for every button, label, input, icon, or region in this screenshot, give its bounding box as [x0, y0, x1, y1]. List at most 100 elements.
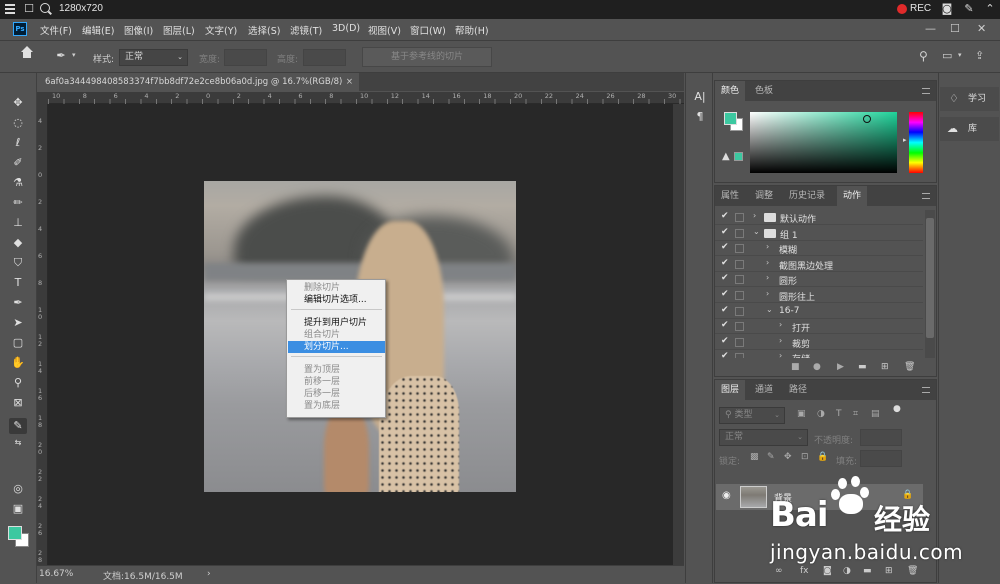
path-select-tool-icon[interactable]: ➤: [9, 315, 27, 331]
action-row[interactable]: ✔ › 圆形往上: [715, 288, 923, 303]
dialog-toggle-box[interactable]: [735, 322, 744, 332]
tab-channels[interactable]: 通道: [749, 380, 779, 400]
menu-view[interactable]: 视图(V): [368, 23, 401, 37]
search-icon[interactable]: ⚲: [919, 49, 928, 63]
chevron-down-icon[interactable]: ▾: [958, 51, 962, 59]
check-icon[interactable]: ✔: [721, 211, 729, 221]
action-row[interactable]: ✔ › 裁剪: [715, 335, 923, 350]
collapse-icon[interactable]: ⌃: [983, 2, 997, 16]
action-row[interactable]: ✔ › 打开: [715, 319, 923, 335]
layer-mask-icon[interactable]: ◙: [823, 566, 832, 576]
play-icon[interactable]: ▶: [837, 362, 844, 372]
action-row[interactable]: ✔ ⌄ 16-7: [715, 304, 923, 319]
eyedropper-tool-icon[interactable]: ⚗: [9, 175, 27, 191]
check-icon[interactable]: ✔: [721, 258, 729, 268]
context-menu-item[interactable]: 置为顶层: [288, 364, 385, 376]
camera-icon[interactable]: ◙: [940, 2, 954, 16]
type-tool-icon[interactable]: T: [9, 275, 27, 291]
dialog-toggle-box[interactable]: [735, 228, 744, 238]
context-menu-item[interactable]: 删除切片: [288, 282, 385, 294]
marquee-tool-icon[interactable]: ◌: [9, 115, 27, 131]
menu-icon[interactable]: [5, 4, 15, 14]
color-picker-marker[interactable]: [863, 115, 871, 123]
actions-scroll-thumb[interactable]: [926, 218, 934, 338]
shape-tool-icon[interactable]: ▢: [9, 335, 27, 351]
foreground-color-swatch[interactable]: [8, 526, 22, 540]
lock-artboard-icon[interactable]: ⊡: [801, 452, 809, 462]
lock-all-icon[interactable]: 🔒: [817, 452, 828, 462]
new-action-icon[interactable]: ⊞: [881, 362, 889, 372]
dialog-toggle-box[interactable]: [735, 337, 744, 347]
check-icon[interactable]: ✔: [721, 273, 729, 283]
workspace-icon[interactable]: ▭: [942, 49, 952, 62]
filter-pixel-icon[interactable]: ▣: [797, 409, 806, 419]
action-row[interactable]: ✔ ⌄ 组 1: [715, 226, 923, 241]
hand-tool-icon[interactable]: ✋: [9, 355, 27, 371]
check-icon[interactable]: ✔: [721, 289, 729, 299]
horizontal-ruler[interactable]: 1086420246810121416182022242628303234363…: [48, 92, 830, 104]
actions-scrollbar[interactable]: [925, 210, 935, 358]
dialog-toggle-box[interactable]: [735, 291, 744, 300]
chevron-right-icon[interactable]: ›: [766, 258, 769, 267]
character-panel-icon[interactable]: A|: [691, 89, 709, 105]
style-select[interactable]: 正常 ⌄: [119, 49, 188, 66]
slice-tool-preset-icon[interactable]: ✒: [52, 48, 70, 64]
context-menu-item[interactable]: 划分切片...: [288, 341, 385, 353]
slices-from-guides-button[interactable]: 基于参考线的切片: [362, 47, 492, 67]
context-menu-item[interactable]: 组合切片: [288, 329, 385, 341]
new-group-icon[interactable]: ▬: [863, 566, 872, 576]
chevron-right-icon[interactable]: ›: [766, 273, 769, 282]
document-tab[interactable]: 6af0a344498408583374f7bb8df72e2ce8b06a0d…: [37, 73, 359, 91]
fill-input[interactable]: [860, 450, 902, 467]
filter-adjust-icon[interactable]: ◑: [817, 409, 825, 419]
menu-image[interactable]: 图像(I): [124, 23, 153, 37]
tab-history[interactable]: 历史记录: [783, 186, 831, 206]
delete-icon[interactable]: 🗑: [904, 362, 915, 372]
layer-filter-select[interactable]: ⚲ 类型 ⌄: [719, 407, 785, 424]
gamut-warning-icon[interactable]: ▲: [722, 151, 730, 162]
menu-layer[interactable]: 图层(L): [163, 23, 195, 37]
paint-bucket-tool-icon[interactable]: ⛉: [9, 255, 27, 271]
zoom-tool-icon[interactable]: ⚲: [9, 375, 27, 391]
menu-type[interactable]: 文字(Y): [205, 23, 237, 37]
frame-tool-icon[interactable]: ⊠: [9, 395, 27, 411]
context-menu-item[interactable]: 提升到用户切片: [288, 317, 385, 329]
vertical-ruler[interactable]: 4 2 0 2 4 6 8 1 0 1 2 1 4 1 6 1 8 2 0 2 2 2 4 2 6 2 8: [37, 104, 48, 565]
new-layer-icon[interactable]: ⊞: [885, 566, 893, 576]
context-menu-item[interactable]: 置为底层: [288, 400, 385, 412]
lock-transparent-icon[interactable]: ▩: [750, 452, 759, 462]
dialog-toggle-box[interactable]: [735, 275, 744, 285]
filter-shape-icon[interactable]: ⌗: [853, 409, 858, 419]
brush-tool-icon[interactable]: ✏: [9, 195, 27, 211]
tab-paths[interactable]: 路径: [783, 380, 813, 400]
eraser-tool-icon[interactable]: ◆: [9, 235, 27, 251]
height-input[interactable]: [303, 49, 346, 66]
screen-mode-icon[interactable]: ▣: [9, 501, 27, 517]
dialog-toggle-box[interactable]: [735, 244, 744, 254]
window-icon[interactable]: ☐: [22, 2, 36, 16]
menu-file[interactable]: 文件(F): [40, 23, 72, 37]
tab-color[interactable]: 颜色: [715, 81, 746, 101]
quick-select-tool-icon[interactable]: ✐: [9, 155, 27, 171]
hue-slider[interactable]: [909, 112, 923, 173]
rec-label[interactable]: REC: [910, 3, 931, 14]
menu-select[interactable]: 选择(S): [248, 23, 280, 37]
search-icon[interactable]: [40, 3, 50, 13]
foreground-color-chip[interactable]: [724, 112, 737, 125]
visibility-eye-icon[interactable]: ◉: [722, 490, 731, 501]
move-tool-icon[interactable]: ✥: [9, 95, 27, 111]
learn-button[interactable]: ♢ 学习: [940, 87, 999, 111]
share-icon[interactable]: ⇪: [975, 49, 984, 62]
filter-type-icon[interactable]: T: [836, 409, 842, 419]
tab-properties[interactable]: 属性: [715, 186, 745, 206]
chevron-right-icon[interactable]: ›: [779, 320, 782, 329]
chevron-down-icon[interactable]: ⌄: [766, 305, 773, 314]
chevron-right-icon[interactable]: ›: [753, 211, 756, 220]
action-row[interactable]: ✔ › 模糊: [715, 241, 923, 257]
close-tab-icon[interactable]: ×: [346, 73, 353, 91]
menu-window[interactable]: 窗口(W): [410, 23, 446, 37]
chevron-right-icon[interactable]: ›: [779, 336, 782, 345]
action-row[interactable]: ✔ › 圆形: [715, 272, 923, 288]
action-row[interactable]: ✔ › 存储: [715, 350, 923, 358]
action-row[interactable]: ✔ › 截图黑边处理: [715, 257, 923, 272]
